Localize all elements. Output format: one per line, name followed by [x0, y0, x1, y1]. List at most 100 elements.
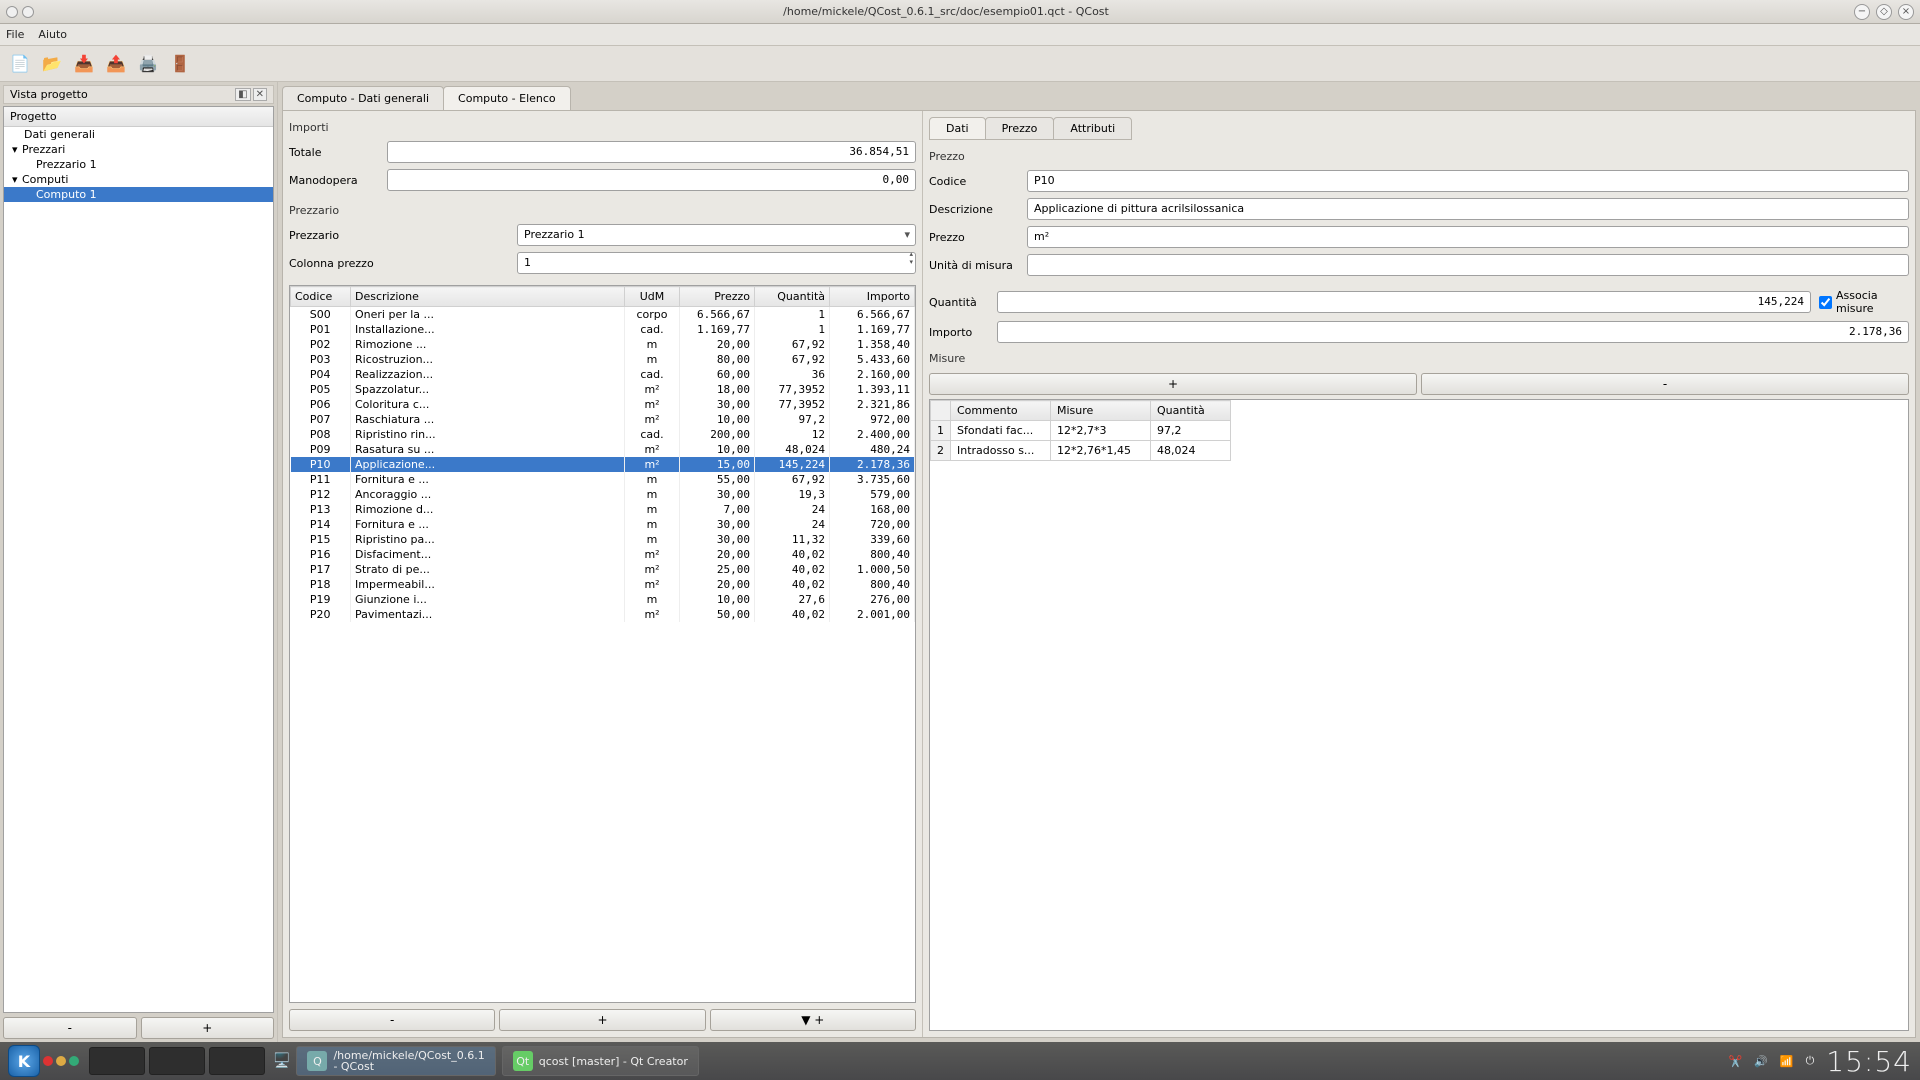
import-icon[interactable]: 📥: [72, 52, 96, 76]
show-desktop-icon[interactable]: 🖥️: [273, 1053, 290, 1069]
table-row[interactable]: P06Coloritura c...m²30,0077,39522.321,86: [291, 397, 915, 412]
table-row[interactable]: P18Impermeabil...m²20,0040,02800,40: [291, 577, 915, 592]
row-add-button[interactable]: +: [499, 1009, 705, 1031]
manodopera-field: 0,00: [387, 169, 916, 191]
col-importo[interactable]: Importo: [830, 287, 915, 307]
clock[interactable]: 15:54: [1826, 1045, 1912, 1078]
qtcreator-app-icon: Qt: [513, 1051, 533, 1071]
table-row[interactable]: P09Rasatura su ...m²10,0048,024480,24: [291, 442, 915, 457]
menu-help[interactable]: Aiuto: [38, 28, 67, 41]
mcol-misure[interactable]: Misure: [1051, 401, 1151, 421]
table-row[interactable]: P12Ancoraggio ...m30,0019,3579,00: [291, 487, 915, 502]
col-descrizione[interactable]: Descrizione: [351, 287, 625, 307]
tab-dati-generali[interactable]: Computo - Dati generali: [282, 86, 444, 110]
pager-slot-1[interactable]: [89, 1047, 145, 1075]
window-btn-1[interactable]: −: [1854, 4, 1870, 20]
project-view-header: Vista progetto ◧ ✕: [3, 85, 274, 104]
tree-dati-generali[interactable]: Dati generali: [4, 127, 273, 142]
desktop-dot-1[interactable]: [43, 1056, 53, 1066]
close-panel-icon[interactable]: ✕: [253, 88, 267, 101]
table-row[interactable]: P15Ripristino pa...m30,0011,32339,60: [291, 532, 915, 547]
table-row[interactable]: P04Realizzazion...cad.60,00362.160,00: [291, 367, 915, 382]
col-codice[interactable]: Codice: [291, 287, 351, 307]
col-prezzo[interactable]: Prezzo: [680, 287, 755, 307]
quantita-field[interactable]: 145,224: [997, 291, 1811, 313]
table-row[interactable]: P08Ripristino rin...cad.200,00122.400,00: [291, 427, 915, 442]
tray-clipboard-icon[interactable]: ✂️: [1728, 1055, 1742, 1068]
detach-panel-icon[interactable]: ◧: [235, 88, 250, 101]
taskbar-item-qcost[interactable]: Q /home/mickele/QCost_0.6.1 - QCost: [296, 1046, 495, 1076]
table-row[interactable]: P17Strato di pe...m²25,0040,021.000,50: [291, 562, 915, 577]
price-table[interactable]: Codice Descrizione UdM Prezzo Quantità I…: [289, 285, 916, 1003]
table-row[interactable]: P20Pavimentazi...m²50,0040,022.001,00: [291, 607, 915, 622]
taskbar: K 🖥️ Q /home/mickele/QCost_0.6.1 - QCost…: [0, 1042, 1920, 1080]
new-file-icon[interactable]: 📄: [8, 52, 32, 76]
colonna-spinbox[interactable]: 1: [517, 252, 916, 274]
tree-add-button[interactable]: +: [141, 1017, 275, 1039]
taskbar-item-qtcreator[interactable]: Qt qcost [master] - Qt Creator: [502, 1046, 699, 1076]
tree-prezzari[interactable]: ▾Prezzari: [4, 142, 273, 157]
misure-row[interactable]: 1Sfondati fac...12*2,7*397,2: [931, 421, 1231, 441]
tree-computo-1[interactable]: Computo 1: [4, 187, 273, 202]
col-udm[interactable]: UdM: [625, 287, 680, 307]
misure-row[interactable]: 2Intradosso s...12*2,76*1,4548,024: [931, 441, 1231, 461]
misure-table[interactable]: Commento Misure Quantità 1Sfondati fac..…: [930, 400, 1231, 461]
col-quantita[interactable]: Quantità: [755, 287, 830, 307]
pager-slot-3[interactable]: [209, 1047, 265, 1075]
table-row[interactable]: P07Raschiatura ...m²10,0097,2972,00: [291, 412, 915, 427]
start-button[interactable]: K: [8, 1045, 40, 1077]
table-row[interactable]: P13Rimozione d...m7,0024168,00: [291, 502, 915, 517]
row-remove-button[interactable]: -: [289, 1009, 495, 1031]
tab-elenco[interactable]: Computo - Elenco: [443, 86, 571, 110]
window-titlebar: /home/mickele/QCost_0.6.1_src/doc/esempi…: [0, 0, 1920, 24]
associa-checkbox[interactable]: Associa misure: [1819, 289, 1909, 315]
window-close-icon[interactable]: [6, 6, 18, 18]
table-row[interactable]: P05Spazzolatur...m²18,0077,39521.393,11: [291, 382, 915, 397]
open-folder-icon[interactable]: 📂: [40, 52, 64, 76]
importi-title: Importi: [289, 121, 916, 134]
row-dropadd-button[interactable]: ▼ +: [710, 1009, 916, 1031]
desktop-dot-3[interactable]: [69, 1056, 79, 1066]
table-row[interactable]: P19Giunzione i...m10,0027,6276,00: [291, 592, 915, 607]
window-btn-2[interactable]: ◇: [1876, 4, 1892, 20]
export-icon[interactable]: 📤: [104, 52, 128, 76]
tree-prezzario-1[interactable]: Prezzario 1: [4, 157, 273, 172]
print-icon[interactable]: 🖨️: [136, 52, 160, 76]
subtab-dati[interactable]: Dati: [929, 117, 986, 140]
table-row[interactable]: S00Oneri per la ...corpo6.566,6716.566,6…: [291, 307, 915, 323]
descrizione-label: Descrizione: [929, 203, 1019, 216]
tray-notification-icon[interactable]: ⏻: [1806, 1054, 1815, 1068]
unita-field[interactable]: [1027, 254, 1909, 276]
subtab-attributi[interactable]: Attributi: [1053, 117, 1132, 140]
table-row[interactable]: P14Fornitura e ...m30,0024720,00: [291, 517, 915, 532]
table-row[interactable]: P16Disfaciment...m²20,0040,02800,40: [291, 547, 915, 562]
project-tree[interactable]: Progetto Dati generali ▾Prezzari Prezzar…: [3, 106, 274, 1013]
table-row[interactable]: P01Installazione...cad.1.169,7711.169,77: [291, 322, 915, 337]
window-min-icon[interactable]: [22, 6, 34, 18]
mcol-commento[interactable]: Commento: [951, 401, 1051, 421]
subtab-prezzo[interactable]: Prezzo: [985, 117, 1055, 140]
descrizione-field[interactable]: Applicazione di pittura acrilsilossanica: [1027, 198, 1909, 220]
codice-field[interactable]: P10: [1027, 170, 1909, 192]
tree-computi[interactable]: ▾Computi: [4, 172, 273, 187]
window-btn-3[interactable]: ×: [1898, 4, 1914, 20]
exit-icon[interactable]: 🚪: [168, 52, 192, 76]
prezzario-select[interactable]: Prezzario 1: [517, 224, 916, 246]
mcol-quantita[interactable]: Quantità: [1151, 401, 1231, 421]
table-row[interactable]: P11Fornitura e ...m55,0067,923.735,60: [291, 472, 915, 487]
pager-slot-2[interactable]: [149, 1047, 205, 1075]
misure-remove-button[interactable]: -: [1421, 373, 1909, 395]
menu-file[interactable]: File: [6, 28, 24, 41]
misure-add-button[interactable]: +: [929, 373, 1417, 395]
desktop-dot-2[interactable]: [56, 1056, 66, 1066]
unita-label: Unità di misura: [929, 259, 1019, 272]
table-row[interactable]: P02Rimozione ...m20,0067,921.358,40: [291, 337, 915, 352]
taskbar-item-qcost-line2: - QCost: [333, 1061, 484, 1072]
tree-remove-button[interactable]: -: [3, 1017, 137, 1039]
table-row[interactable]: P10Applicazione...m²15,00145,2242.178,36: [291, 457, 915, 472]
importo-label: Importo: [929, 326, 989, 339]
table-row[interactable]: P03Ricostruzion...m80,0067,925.433,60: [291, 352, 915, 367]
prezzo-field[interactable]: m²: [1027, 226, 1909, 248]
tray-network-icon[interactable]: 📶: [1780, 1055, 1794, 1068]
tray-volume-icon[interactable]: 🔊: [1754, 1055, 1768, 1068]
